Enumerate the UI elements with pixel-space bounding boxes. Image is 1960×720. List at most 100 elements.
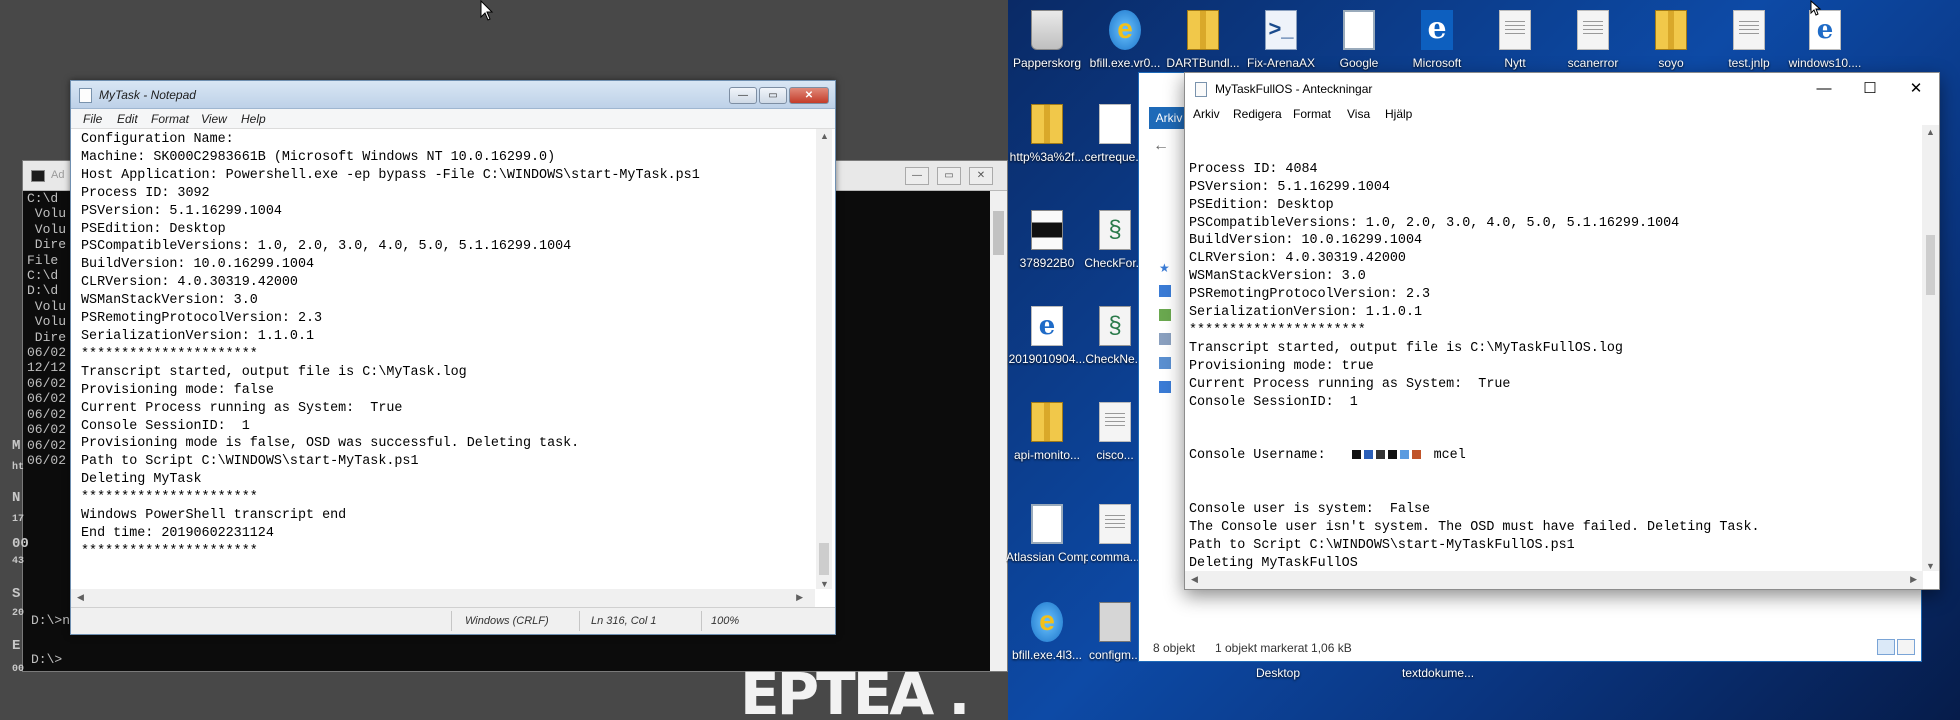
scroll-up-icon[interactable]: ▲ (1926, 127, 1935, 137)
menu-arkiv[interactable]: Arkiv (1193, 107, 1220, 121)
text-line: PSVersion: 5.1.16299.1004 (1189, 179, 1390, 195)
window-fragment-text: S (12, 586, 21, 602)
text-line: ********************** (81, 490, 258, 506)
anteckningar-maximize-button[interactable]: ☐ (1847, 73, 1893, 105)
menu-help[interactable]: Help (241, 112, 266, 126)
window-fragment-text: 20 (12, 608, 25, 619)
edge-icon: e (1421, 10, 1453, 50)
notepad-maximize-button[interactable]: ▭ (759, 87, 787, 104)
menu-file[interactable]: File (83, 112, 102, 126)
desktop-icon[interactable]: e 2019010904... (1009, 302, 1085, 382)
cmd-close-button[interactable]: ✕ (969, 167, 993, 185)
menu-format[interactable]: Format (151, 112, 189, 126)
anteckningar-minimize-button[interactable]: — (1801, 73, 1847, 105)
computer-icon[interactable] (1159, 357, 1171, 369)
scroll-down-icon[interactable]: ▼ (820, 579, 829, 589)
download-icon[interactable] (1159, 285, 1171, 297)
scroll-left-icon[interactable]: ◀ (1191, 574, 1198, 585)
scroll-up-icon[interactable]: ▲ (820, 131, 829, 141)
notepad-statusbar: Windows (CRLF) Ln 316, Col 1 100% (71, 607, 835, 634)
dna-script-icon: § (1099, 210, 1131, 250)
text-line: CLRVersion: 4.0.30319.42000 (81, 275, 298, 291)
details-view-icon[interactable] (1877, 639, 1895, 655)
desktop-icon[interactable]: Atlassian Companion (1006, 500, 1088, 580)
notepad-vertical-scrollbar[interactable]: ▲ ▼ (816, 129, 832, 589)
desktop-icon[interactable]: Papperskorg (1010, 6, 1084, 86)
anteckningar-close-button[interactable]: ✕ (1893, 73, 1939, 105)
star-icon[interactable]: ★ (1159, 261, 1171, 275)
text-line: The Console user isn't system. The OSD m… (1189, 519, 1760, 535)
desktop-icon[interactable]: 378922B0 (1010, 206, 1084, 286)
cmd-title: Ad (51, 169, 65, 181)
desktop-icon[interactable]: http%3a%2f... (1010, 100, 1084, 180)
pictures-icon[interactable] (1159, 333, 1171, 345)
config-document-icon (1655, 10, 1687, 50)
explorer-ribbon-tab[interactable]: Arkiv (1149, 107, 1189, 129)
cmd-scroll-thumb[interactable] (993, 211, 1004, 255)
text-line: BuildVersion: 10.0.16299.1004 (81, 257, 315, 273)
brand-logo: EPTEA . (740, 668, 968, 720)
desktop-icon[interactable]: e bfill.exe.4l3... (1010, 598, 1084, 678)
notepad-close-button[interactable]: ✕ (789, 87, 829, 104)
mouse-cursor-icon (1810, 0, 1822, 16)
menu-view[interactable]: View (201, 112, 227, 126)
anteckningar-text-area[interactable]: Process ID: 4084 PSVersion: 5.1.16299.100… (1189, 125, 1907, 569)
cmd-maximize-button[interactable]: ▭ (937, 167, 961, 185)
notepad-scroll-thumb[interactable] (819, 543, 829, 575)
cmd-prompt[interactable]: D:\> (31, 652, 62, 667)
cmd-minimize-button[interactable]: — (905, 167, 929, 185)
large-icons-view-icon[interactable] (1897, 639, 1915, 655)
notepad-icon (79, 88, 92, 103)
scroll-right-icon[interactable]: ▶ (796, 592, 803, 603)
text-line: BuildVersion: 10.0.16299.1004 (1189, 233, 1423, 249)
text-line: Current Process running as System: True (81, 400, 403, 416)
text-line: PSRemotingProtocolVersion: 2.3 (81, 311, 323, 327)
back-arrow-icon[interactable]: ← (1153, 137, 1169, 155)
menu-hjalp[interactable]: Hjälp (1385, 107, 1412, 121)
desktop-icon-label: Nytt (1504, 56, 1526, 70)
window-fragment-text: E (12, 638, 21, 654)
anteckningar-titlebar[interactable]: MyTaskFullOS - Anteckningar — ☐ ✕ (1185, 73, 1939, 105)
text-line: SerializationVersion: 1.1.0.1 (81, 328, 315, 344)
text-document-icon (1099, 504, 1131, 544)
text-line: Current Process running as System: True (1189, 376, 1511, 392)
menu-visa[interactable]: Visa (1347, 107, 1370, 121)
scroll-down-icon[interactable]: ▼ (1926, 561, 1935, 571)
desktop-icon-label: Papperskorg (1012, 56, 1082, 70)
network-icon[interactable] (1159, 381, 1171, 393)
notepad-window[interactable]: MyTask - Notepad — ▭ ✕ File Edit Format … (70, 80, 836, 635)
documents-icon[interactable] (1159, 309, 1171, 321)
notepad-minimize-button[interactable]: — (729, 87, 757, 104)
text-line: CLRVersion: 4.0.30319.42000 (1189, 251, 1406, 267)
recycle-bin-icon (1031, 10, 1063, 50)
menu-redigera[interactable]: Redigera (1233, 107, 1282, 121)
status-cursor-position: Ln 316, Col 1 (591, 615, 657, 627)
menu-format[interactable]: Format (1293, 107, 1331, 121)
text-line: Host Application: Powershell.exe -ep byp… (81, 167, 700, 183)
ie-icon: e (1109, 10, 1141, 50)
notepad-titlebar[interactable]: MyTask - Notepad — ▭ ✕ (71, 81, 835, 109)
notepad-icon (1195, 82, 1207, 97)
explorer-selection-info: 1 objekt markerat 1,06 kB (1215, 641, 1352, 655)
desktop-icon[interactable]: api-monito... (1010, 398, 1084, 478)
notepad-horizontal-scrollbar[interactable]: ◀ ▶ (71, 589, 815, 607)
text-line: PSEdition: Desktop (1189, 197, 1334, 213)
anteckningar-horizontal-scrollbar[interactable]: ◀ ▶ (1185, 571, 1923, 589)
zip-folder-icon (1031, 402, 1063, 442)
notepad-text-area[interactable]: Configuration Name: Machine: SK000C298366… (81, 131, 809, 581)
desktop-icon-label: windows10.... (1788, 56, 1862, 70)
cmd-scrollbar[interactable] (990, 191, 1007, 671)
anteckningar-vertical-scrollbar[interactable]: ▲ ▼ (1922, 125, 1939, 571)
anteckningar-scroll-thumb[interactable] (1926, 235, 1935, 295)
menu-edit[interactable]: Edit (117, 112, 138, 126)
transcript-lines-after: Console user is system: False The Console… (1189, 501, 1907, 569)
scroll-left-icon[interactable]: ◀ (77, 592, 84, 603)
text-line: Provisioning mode: false (81, 382, 274, 398)
text-line: Transcript started, output file is C:\My… (81, 364, 467, 380)
window-fragment-text: 43 (12, 556, 25, 567)
text-line: Process ID: 4084 (1189, 161, 1318, 177)
certificate-icon (1099, 104, 1131, 144)
scroll-right-icon[interactable]: ▶ (1910, 574, 1917, 585)
anteckningar-window[interactable]: MyTaskFullOS - Anteckningar — ☐ ✕ Arkiv … (1184, 72, 1940, 590)
zip-folder-icon (1187, 10, 1219, 50)
